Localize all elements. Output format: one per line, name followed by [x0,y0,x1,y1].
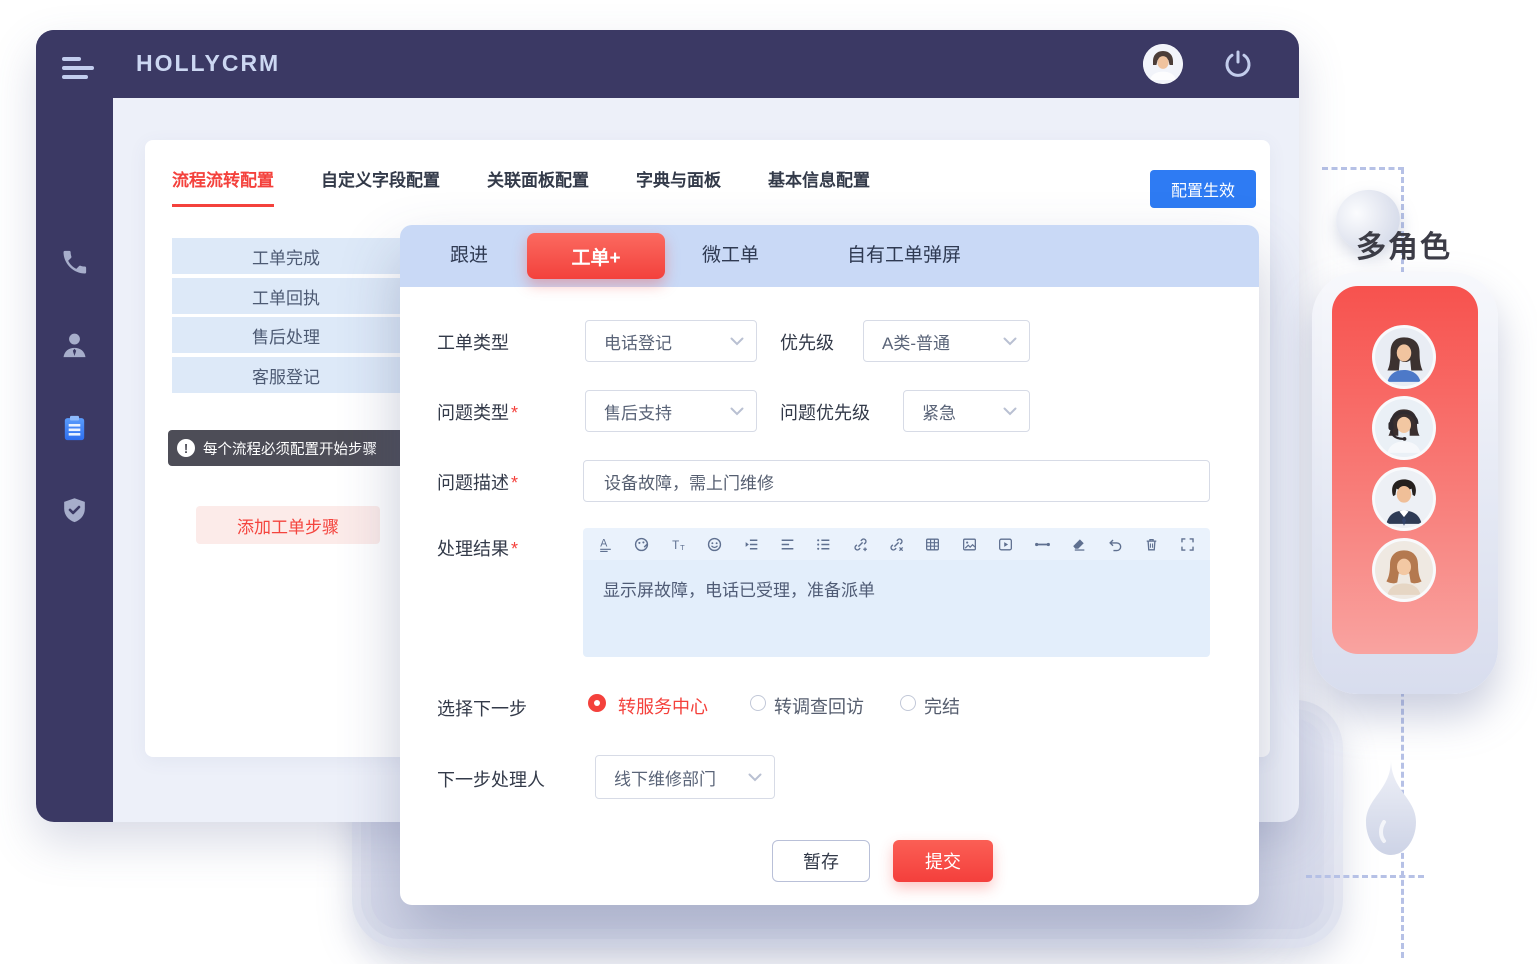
chevron-down-icon [748,773,762,782]
workorder-clipboard-icon[interactable] [59,413,90,444]
svg-text:A: A [600,537,608,549]
tab-process-flow-config[interactable]: 流程流转配置 [172,166,274,207]
dashed-line-horizontal-top [1322,167,1404,170]
tab-dictionary-panel[interactable]: 字典与面板 [636,166,721,207]
text-style-icon[interactable]: A [597,536,614,553]
warning-icon: ! [177,439,195,457]
issue-type-select[interactable]: 售后支持 [585,390,757,432]
tab-related-panel-config[interactable]: 关联面板配置 [487,166,589,207]
multi-role-panel [1312,272,1498,694]
role-avatar-female-agent [1372,325,1436,389]
align-left-icon[interactable] [779,536,796,553]
eraser-icon[interactable] [1070,536,1087,553]
avatar-face [1143,44,1183,84]
issue-type-value: 售后支持 [604,399,672,424]
radio-finish-label[interactable]: 完结 [924,693,960,719]
modal-tab-followup[interactable]: 跟进 [450,225,488,287]
chevron-down-icon [730,407,744,416]
divider-icon[interactable] [1034,536,1051,553]
next-handler-value: 线下维修部门 [614,765,716,790]
issue-priority-label: 问题优先级 [780,399,870,425]
image-icon[interactable] [961,536,978,553]
submit-button[interactable]: 提交 [893,840,993,882]
workflow-step-aftersale[interactable]: 售后处理 [172,317,400,353]
role-avatar-strip [1332,286,1478,654]
fullscreen-icon[interactable] [1179,536,1196,553]
workflow-step-receipt[interactable]: 工单回执 [172,278,400,314]
next-step-label: 选择下一步 [437,695,527,721]
font-size-icon[interactable]: T T [670,536,687,553]
issue-desc-label: 问题描述* [437,469,518,495]
modal-tab-workorder-plus[interactable]: 工单+ [527,233,665,279]
user-avatar[interactable] [1143,44,1183,84]
ticket-type-select[interactable]: 电话登记 [585,320,757,362]
trash-icon[interactable] [1143,536,1160,553]
modal-tab-own-popup[interactable]: 自有工单弹屏 [847,225,961,287]
radio-to-service-center[interactable] [588,694,606,712]
chevron-down-icon [1003,407,1017,416]
config-tab-bar: 流程流转配置 自定义字段配置 关联面板配置 字典与面板 基本信息配置 [172,166,870,207]
chevron-down-icon [730,337,744,346]
next-handler-label: 下一步处理人 [437,766,545,792]
svg-text:T: T [680,542,685,551]
dashed-line-horizontal-bottom [1306,875,1424,878]
role-avatar-male-manager [1372,467,1436,531]
issue-priority-value: 紧急 [922,399,956,424]
issue-type-label: 问题类型* [437,399,518,425]
workflow-warning-tooltip: ! 每个流程必须配置开始步骤 [168,430,404,466]
app-title: HOLLYCRM [136,50,280,77]
phone-icon[interactable] [59,247,90,278]
svg-text:T: T [672,538,679,551]
next-handler-select[interactable]: 线下维修部门 [595,755,775,799]
modal-tab-micro-workorder[interactable]: 微工单 [702,225,759,287]
role-avatar-female-staff [1372,538,1436,602]
workflow-step-complete[interactable]: 工单完成 [172,238,400,274]
priority-label: 优先级 [780,329,834,355]
droplet-decoration [1364,760,1418,858]
priority-select[interactable]: A类-普通 [863,320,1030,362]
apply-config-button[interactable]: 配置生效 [1150,170,1256,208]
issue-priority-select[interactable]: 紧急 [903,390,1030,432]
result-text: 显示屏故障，电话已受理，准备派单 [603,581,875,600]
tab-custom-field-config[interactable]: 自定义字段配置 [321,166,440,207]
editor-toolbar: A T T [583,528,1210,560]
table-icon[interactable] [924,536,941,553]
shield-check-icon[interactable] [59,495,90,526]
indent-icon[interactable] [743,536,760,553]
radio-to-survey-label[interactable]: 转调查回访 [774,693,864,719]
multi-role-badge: 多角色 [1356,222,1452,266]
tab-basic-info-config[interactable]: 基本信息配置 [768,166,870,207]
priority-value: A类-普通 [882,329,950,354]
workflow-step-register[interactable]: 客服登记 [172,357,400,393]
list-icon[interactable] [815,536,832,553]
link-add-icon[interactable] [852,536,869,553]
result-label: 处理结果* [437,535,518,561]
save-draft-button[interactable]: 暂存 [772,840,870,882]
chevron-down-icon [1003,337,1017,346]
ticket-type-value: 电话登记 [604,329,672,354]
warning-text: 每个流程必须配置开始步骤 [203,438,377,459]
power-icon[interactable] [1222,48,1254,80]
issue-desc-input[interactable]: 设备故障，需上门维修 [583,460,1210,502]
role-avatar-headset-agent [1372,396,1436,460]
ticket-type-label: 工单类型 [437,329,509,355]
video-icon[interactable] [997,536,1014,553]
menu-icon[interactable] [62,57,94,79]
add-workorder-step-button[interactable]: 添加工单步骤 [196,506,380,544]
undo-icon[interactable] [1106,536,1123,553]
palette-icon[interactable] [633,536,650,553]
result-editor-content[interactable]: 显示屏故障，电话已受理，准备派单 [583,560,1210,657]
emoji-icon[interactable] [706,536,723,553]
radio-to-survey[interactable] [750,695,766,711]
workorder-modal: 跟进 工单+ 微工单 自有工单弹屏 工单类型 电话登记 优先级 A类-普通 问题… [400,225,1259,905]
screenshot-canvas: HOLLYCRM [0,0,1537,964]
radio-to-service-center-label[interactable]: 转服务中心 [618,693,708,719]
issue-desc-value: 设备故障，需上门维修 [604,469,774,494]
radio-finish[interactable] [900,695,916,711]
link-remove-icon[interactable] [888,536,905,553]
agent-icon[interactable] [59,330,90,361]
